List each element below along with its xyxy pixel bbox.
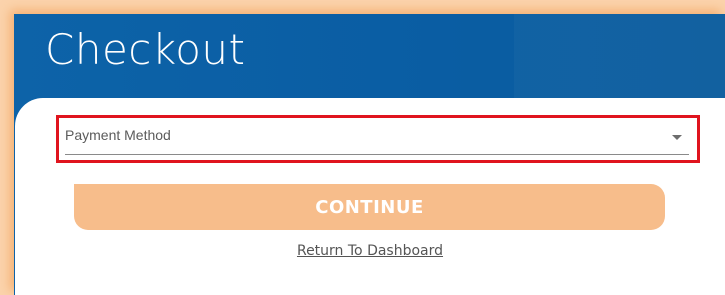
dropdown-arrow-icon[interactable]: [672, 135, 682, 140]
payment-method-label: Payment Method: [65, 127, 171, 143]
checkout-card: Payment Method CONTINUE Return To Dashbo…: [15, 98, 725, 295]
checkout-page: Checkout Payment Method CONTINUE Return …: [14, 14, 725, 295]
payment-method-select[interactable]: Payment Method: [65, 122, 689, 155]
screenshot-frame: Checkout Payment Method CONTINUE Return …: [0, 0, 725, 295]
page-title: Checkout: [45, 25, 246, 74]
continue-button[interactable]: CONTINUE: [74, 184, 665, 230]
return-to-dashboard-link[interactable]: Return To Dashboard: [15, 243, 725, 259]
